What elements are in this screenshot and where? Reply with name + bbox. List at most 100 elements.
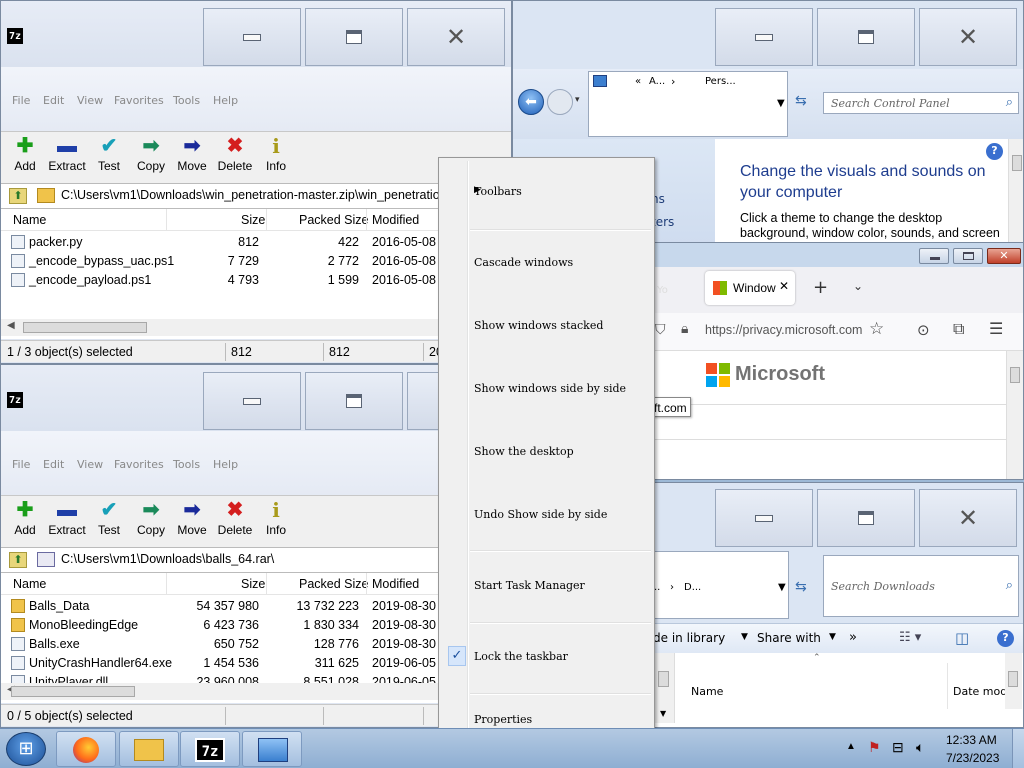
col-size[interactable]: Size	[241, 213, 265, 227]
taskbar-explorer[interactable]	[119, 731, 179, 767]
breadcrumb-dropdown-icon[interactable]: ▼	[777, 98, 785, 109]
shield-icon[interactable]: ⛉	[655, 322, 666, 338]
refresh-icon[interactable]: ⇆	[795, 579, 807, 595]
include-in-library-button[interactable]: de in library	[653, 631, 725, 645]
delete-button[interactable]: ✖ Delete	[213, 136, 257, 173]
new-tab-icon[interactable]: +	[813, 277, 828, 298]
vertical-scrollbar[interactable]	[1008, 139, 1023, 243]
refresh-icon[interactable]: ⇆	[795, 93, 807, 109]
title-bar[interactable]: 7z ✕	[1, 1, 511, 67]
search-icon[interactable]: ⌕	[1006, 95, 1013, 110]
view-options-icon[interactable]: ☷ ▾	[899, 630, 921, 645]
extract-button[interactable]: ▬ Extract	[45, 136, 89, 173]
minimize-button[interactable]	[919, 248, 949, 264]
title-bar[interactable]: 7z ✕	[1, 365, 511, 431]
table-row[interactable]: _encode_bypass_uac.ps1 7 729 2 772 2016-…	[1, 252, 511, 271]
scroll-left-icon[interactable]: ◀	[7, 320, 15, 331]
action-center-icon[interactable]: ⚑	[868, 739, 881, 756]
dropdown-icon[interactable]: ▼	[829, 632, 836, 642]
close-button[interactable]: ✕	[919, 489, 1017, 547]
path-text[interactable]: C:\Users\vm1\Downloads\win_penetration-m…	[61, 188, 451, 202]
scroll-thumb[interactable]	[1010, 367, 1020, 383]
menu-item-show-windows-stacked[interactable]: Show windows stacked	[442, 306, 651, 346]
menu-edit[interactable]: Edit	[43, 458, 64, 471]
taskbar-control-panel[interactable]	[242, 731, 302, 767]
url-input[interactable]: https://privacy.microsoft.com	[705, 323, 863, 337]
test-button[interactable]: ✔ Test	[87, 500, 131, 537]
col-packed-size[interactable]: Packed Size	[299, 213, 368, 227]
share-with-button[interactable]: Share with	[757, 631, 821, 645]
scroll-thumb[interactable]	[658, 671, 669, 687]
horizontal-scrollbar[interactable]: ◀	[1, 683, 511, 700]
add-button[interactable]: ✚ Add	[3, 136, 47, 173]
scroll-thumb[interactable]	[11, 686, 135, 697]
menu-item-lock-the-taskbar[interactable]: ✓ Lock the taskbar	[442, 637, 651, 677]
breadcrumb[interactable]: .. › D... ▼	[653, 551, 789, 619]
menu-item-cascade-windows[interactable]: Cascade windows	[442, 243, 651, 283]
close-button[interactable]: ✕	[919, 8, 1017, 66]
menu-item-toolbars[interactable]: Toolbars ▶	[442, 172, 651, 212]
table-row[interactable]: UnityCrashHandler64.exe 1 454 536 311 62…	[1, 654, 511, 673]
bookmark-star-icon[interactable]: ☆	[869, 319, 884, 339]
minimize-button[interactable]	[715, 489, 813, 547]
table-row[interactable]: Balls_Data 54 357 980 13 732 223 2019-08…	[1, 597, 511, 616]
info-button[interactable]: i Info	[254, 136, 298, 173]
up-folder-icon[interactable]: ⬆	[9, 552, 27, 568]
horizontal-scrollbar[interactable]: ◀	[1, 319, 511, 336]
info-button[interactable]: i Info	[254, 500, 298, 537]
col-name[interactable]: Name	[13, 577, 46, 591]
pocket-icon[interactable]: ⊙	[917, 321, 930, 339]
move-button[interactable]: ➡ Move	[170, 500, 214, 537]
clock-date[interactable]: 7/23/2023	[946, 751, 999, 765]
nav-scrollbar[interactable]: ▼	[653, 653, 675, 723]
preview-pane-icon[interactable]: ◫	[955, 629, 969, 647]
start-button[interactable]: ⊞	[6, 732, 46, 766]
up-folder-icon[interactable]: ⬆	[9, 188, 27, 204]
volume-icon[interactable]: 🔈︎	[916, 739, 924, 756]
table-row[interactable]: MonoBleedingEdge 6 423 736 1 830 334 201…	[1, 616, 511, 635]
breadcrumb[interactable]: « A... › Pers... ▼	[588, 71, 788, 137]
col-modified[interactable]: Modified	[372, 577, 419, 591]
address-bar[interactable]: ⬆ C:\Users\vm1\Downloads\balls_64.rar\	[1, 547, 511, 573]
menu-tools[interactable]: Tools	[173, 94, 200, 107]
taskbar-7zip[interactable]: 7z	[180, 731, 240, 767]
menu-file[interactable]: File	[12, 94, 30, 107]
minimize-button[interactable]	[203, 8, 301, 66]
add-button[interactable]: ✚ Add	[3, 500, 47, 537]
search-input[interactable]: Search Downloads ⌕	[823, 555, 1019, 617]
menu-icon[interactable]: ☰	[989, 319, 1003, 338]
table-row[interactable]: Balls.exe 650 752 128 776 2019-08-30 2	[1, 635, 511, 654]
copy-button[interactable]: ➡ Copy	[129, 500, 173, 537]
scroll-thumb[interactable]	[1012, 155, 1022, 171]
back-button[interactable]: ⬅	[518, 89, 544, 115]
col-size[interactable]: Size	[241, 577, 265, 591]
col-packed-size[interactable]: Packed Size	[299, 577, 368, 591]
maximize-button[interactable]	[817, 8, 915, 66]
breadcrumb-overflow[interactable]: «	[635, 76, 641, 87]
breadcrumb-item[interactable]: A...	[649, 76, 665, 87]
help-icon[interactable]: ?	[997, 630, 1014, 647]
scroll-down-icon[interactable]: ▼	[660, 709, 666, 718]
more-commands-button[interactable]: »	[849, 630, 857, 645]
taskbar-firefox[interactable]	[56, 731, 116, 767]
table-row[interactable]: _encode_payload.ps1 4 793 1 599 2016-05-…	[1, 271, 511, 290]
path-text[interactable]: C:\Users\vm1\Downloads\balls_64.rar\	[61, 552, 274, 566]
extract-button[interactable]: ▬ Extract	[45, 500, 89, 537]
show-hidden-icons-icon[interactable]: ▲	[846, 741, 856, 752]
vertical-scrollbar[interactable]	[1005, 653, 1022, 709]
col-modified[interactable]: Modified	[372, 213, 419, 227]
tab-close-icon[interactable]: ✕	[779, 279, 789, 293]
minimize-button[interactable]	[203, 372, 301, 430]
menu-item-start-task-manager[interactable]: Start Task Manager	[442, 566, 651, 606]
copy-button[interactable]: ➡ Copy	[129, 136, 173, 173]
nav-dropdown-icon[interactable]: ▾	[575, 95, 580, 105]
table-row[interactable]: UnityPlayer.dll 23 960 008 8 551 028 201…	[1, 673, 511, 683]
vertical-scrollbar[interactable]	[1006, 351, 1023, 479]
help-icon[interactable]: ?	[986, 143, 1003, 160]
breadcrumb-item[interactable]: Pers...	[705, 76, 736, 87]
extensions-icon[interactable]: ⧉	[953, 319, 964, 339]
hidden-tab-text[interactable]: Yo	[657, 285, 668, 296]
search-input[interactable]: Search Control Panel ⌕	[823, 92, 1019, 114]
network-icon[interactable]: ⊟	[892, 739, 904, 756]
dropdown-icon[interactable]: ▼	[741, 632, 748, 642]
